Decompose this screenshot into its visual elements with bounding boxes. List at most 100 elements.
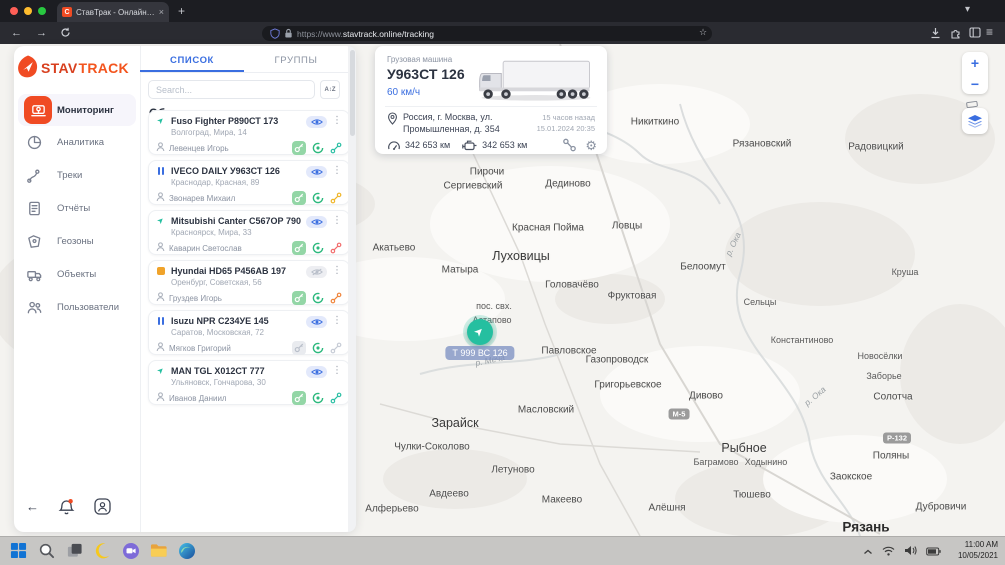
windows-taskbar: 11:00 AM 10/05/2021 [0,536,1005,565]
new-tab-button[interactable]: + [178,4,185,18]
reload-button[interactable] [60,27,71,42]
back-button[interactable]: ← [11,26,22,40]
profile-account-icon[interactable] [94,498,111,520]
visibility-eye-toggle[interactable] [306,366,327,378]
sidebar-bottom-bar: ← [14,498,140,524]
vehicle-marker-label[interactable]: Т 999 ВС 126 [445,346,514,360]
more-options-icon[interactable]: ⋮ [332,365,342,376]
window-close-button[interactable] [10,7,18,15]
taskbar-chat-icon[interactable] [120,540,141,561]
more-options-icon[interactable]: ⋮ [332,115,342,126]
signal-status-icon [330,292,342,304]
zoom-out-button[interactable]: − [962,73,988,94]
map-layers-button[interactable] [962,108,988,134]
key-status-icon [292,341,306,355]
status-stopped-icon [156,267,166,275]
visibility-eye-toggle[interactable] [306,316,327,328]
ignition-status-icon [312,142,324,154]
engine-icon [462,140,478,151]
visibility-eye-toggle[interactable] [306,266,327,278]
sidebar-item-monitoring[interactable]: Мониторинг [18,94,136,126]
menu-hamburger-icon[interactable]: ≡ [986,25,993,39]
sidebar: STAVTRACK МониторингАналитикаТрекиОтчёты… [14,46,141,532]
map-label: Пирочи [470,167,504,178]
map-label: Алёшня [648,503,685,514]
ignition-status-icon [312,292,324,304]
driver-name: Звонарев Михаил [169,194,292,203]
sidebar-toggle-icon[interactable] [969,27,981,38]
key-status-icon [292,141,306,155]
sidebar-item-reports[interactable]: Отчёты [14,192,140,225]
sidebar-item-geofences[interactable]: Геозоны [14,225,140,258]
status-moving-icon: ➤ [155,215,168,228]
vehicle-card-0[interactable]: ➤Fuso Fighter Р890СТ 173⋮Волгоград, Мира… [148,110,350,155]
notifications-bell-icon[interactable] [58,498,75,522]
system-tray [863,543,941,561]
settings-gear-icon[interactable]: ⚙ [585,139,597,152]
url-bar[interactable]: https://www.stavtrack.online/tracking [262,26,712,41]
visibility-eye-toggle[interactable] [306,216,327,228]
list-scrollbar-thumb[interactable] [350,50,355,136]
taskbar-moon-icon[interactable] [92,540,113,561]
driver-name: Груздев Игорь [169,294,292,303]
battery-icon[interactable] [926,543,941,561]
taskbar-explorer-icon[interactable] [148,540,169,561]
taskbar-taskview-icon[interactable] [64,540,85,561]
vehicle-card-2[interactable]: ➤Mitsubishi Canter С567ОР 790⋮Красноярск… [148,210,350,255]
vehicle-marker[interactable]: ➤ [467,319,493,345]
wifi-icon[interactable] [882,543,895,561]
ignition-status-icon [312,342,324,354]
bookmark-star-icon[interactable]: ☆ [699,27,707,38]
sidebar-item-tracks[interactable]: Треки [14,159,140,192]
tab-list-chevron-icon[interactable]: ▾ [965,4,970,15]
volume-icon[interactable] [904,543,917,561]
more-options-icon[interactable]: ⋮ [332,315,342,326]
visibility-eye-toggle[interactable] [306,166,327,178]
taskbar-edge-icon[interactable] [176,540,197,561]
sidebar-item-users[interactable]: Пользователи [14,291,140,324]
vehicle-card-1[interactable]: IVECO DAILY У963СТ 126⋮Краснодар, Красна… [148,160,350,205]
list-scrollbar[interactable] [348,46,356,532]
key-status-icon [292,241,306,255]
odometer-value: 342 653 км [405,140,450,150]
sort-az-button[interactable]: A↕Z [320,80,340,99]
lock-icon[interactable] [284,28,293,39]
map-label: Белоомут [680,262,725,273]
zoom-in-button[interactable]: + [962,52,988,73]
forward-button[interactable]: → [36,26,47,40]
sidebar-item-objects[interactable]: Объекты [14,258,140,291]
downloads-icon[interactable] [930,27,941,39]
sidebar-item-analytics[interactable]: Аналитика [14,126,140,159]
more-options-icon[interactable]: ⋮ [332,165,342,176]
list-tab-list[interactable]: СПИСОК [140,50,244,72]
search-input[interactable] [148,80,315,99]
users-icon [20,294,48,322]
extensions-icon[interactable] [950,27,962,39]
vehicle-card-4[interactable]: Isuzu NPR С234УЕ 145⋮Саратов, Московская… [148,310,350,355]
taskbar-clock[interactable]: 11:00 AM 10/05/2021 [958,540,998,562]
tray-chevron-up-icon[interactable] [863,543,873,561]
window-zoom-button[interactable] [38,7,46,15]
popup-divider [385,106,597,107]
vehicle-card-5[interactable]: ➤MAN TGL Х012СТ 777⋮Ульяновск, Гончарова… [148,360,350,405]
more-options-icon[interactable]: ⋮ [332,265,342,276]
browser-tab[interactable]: С СтавТрак - Онлайн мониторинг × [57,2,169,22]
visibility-eye-toggle[interactable] [306,116,327,128]
taskbar-search-icon[interactable] [36,540,57,561]
key-status-icon [292,391,306,405]
shield-icon[interactable] [270,28,280,39]
tab-close-icon[interactable]: × [159,7,164,17]
list-tab-groups[interactable]: ГРУППЫ [244,50,348,72]
map-label: Дубровичи [916,502,967,513]
clock-time: 11:00 AM [958,540,998,551]
more-options-icon[interactable]: ⋮ [332,215,342,226]
route-share-icon[interactable] [562,138,577,152]
vehicle-card-3[interactable]: Hyundai HD65 Р456АВ 197⋮Оренбург, Советс… [148,260,350,305]
collapse-back-icon[interactable]: ← [26,500,39,513]
ignition-status-icon [312,392,324,404]
road-badge: Р-132 [883,433,911,444]
taskbar-start-icon[interactable] [8,540,29,561]
window-minimize-button[interactable] [24,7,32,15]
map-label: Головачёво [545,280,599,291]
map-label: Масловский [518,405,574,416]
